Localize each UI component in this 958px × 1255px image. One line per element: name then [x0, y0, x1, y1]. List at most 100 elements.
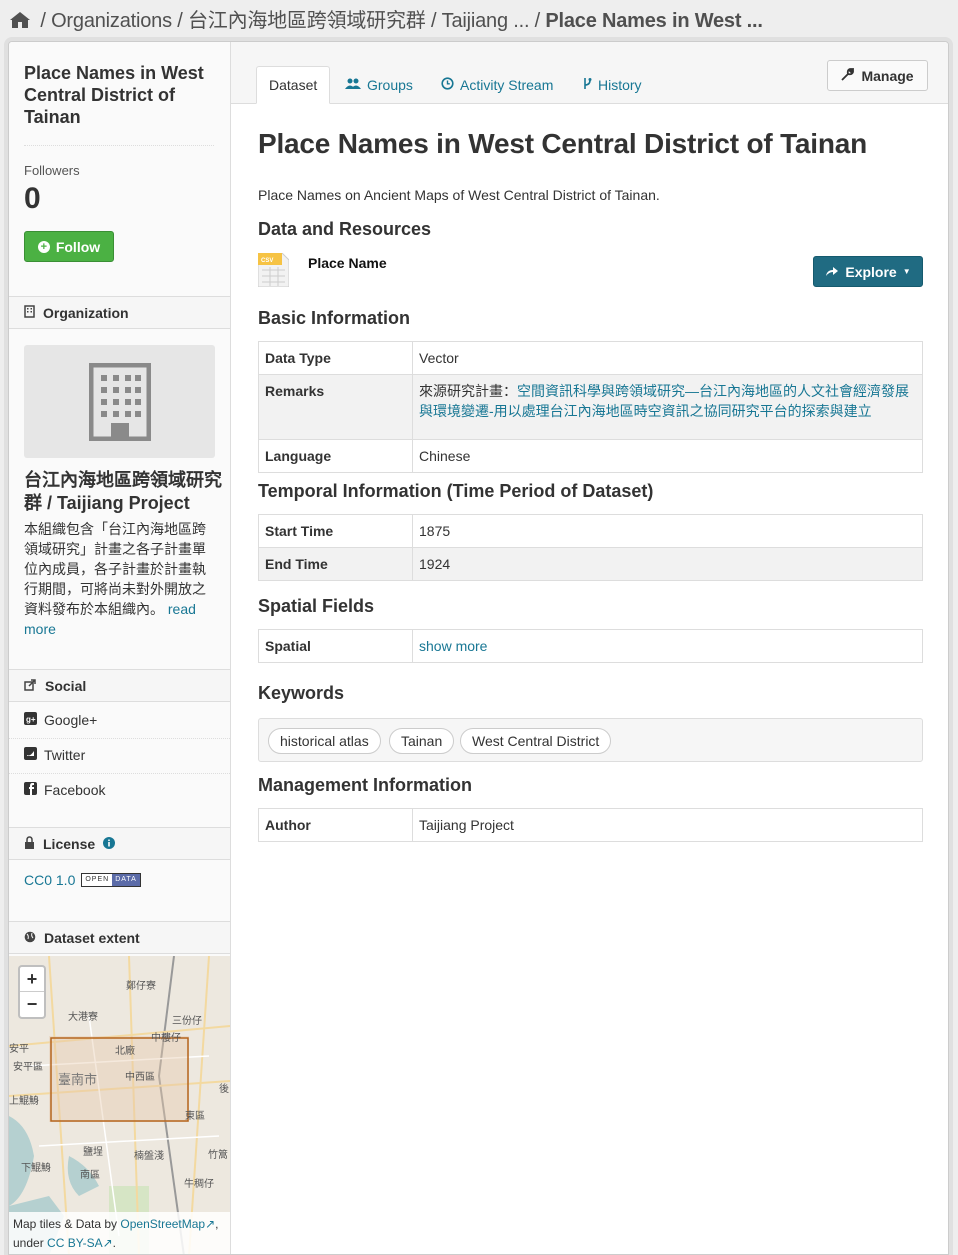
map-label: 安平區 [13, 1062, 43, 1073]
author-value: Taijiang Project [419, 817, 514, 833]
table-row: Data Type Vector [258, 341, 923, 375]
open-data-badge[interactable]: OPEN DATA [81, 873, 141, 887]
manage-button-label: Manage [861, 67, 914, 84]
breadcrumb-org[interactable]: 台江內海地區跨領域研究群 [188, 10, 426, 32]
info-icon[interactable] [103, 836, 116, 852]
tab-history[interactable]: History [582, 66, 642, 104]
temporal-heading: Temporal Information (Time Period of Dat… [258, 481, 654, 501]
caret-down-icon: ▼ [902, 267, 911, 276]
external-link-icon: ↗ [205, 1217, 216, 1231]
map-label: 後 [219, 1084, 229, 1095]
table-row: Start Time 1875 [258, 514, 923, 548]
open-data-badge-right: DATA [112, 874, 140, 886]
tab-activity-stream[interactable]: Activity Stream [441, 66, 553, 104]
map-label: 上鯤鯓 [9, 1096, 39, 1107]
show-more-link[interactable]: show more [419, 638, 487, 654]
organization-description: 本組織包含「台江內海地區跨領域研究」計畫之各子計畫單位內成員，各子計畫於計畫執行… [24, 519, 216, 639]
users-icon [345, 77, 361, 93]
googleplus-icon: g+ [24, 712, 37, 728]
breadcrumb-organizations[interactable]: Organizations [51, 10, 172, 32]
organization-image[interactable] [24, 345, 215, 458]
end-time-value: 1924 [412, 547, 923, 581]
language-value: Chinese [412, 439, 923, 473]
lock-icon [24, 835, 35, 852]
csv-format-icon[interactable]: CSV [257, 252, 290, 288]
table-row: Remarks 來源研究計畫：空間資訊科學與跨領域研究—台江內海地區的人文社會經… [258, 374, 923, 440]
map-attribution: Map tiles & Data by OpenStreetMap↗, unde… [9, 1212, 230, 1254]
map-label: 臺南市 [58, 1072, 98, 1087]
resource-name-link[interactable]: Place Name [308, 255, 387, 271]
keyword-tag[interactable]: West Central District [460, 728, 612, 754]
basic-info-heading: Basic Information [258, 308, 411, 328]
explore-button[interactable]: Explore ▼ [813, 256, 923, 287]
followers-label: Followers [24, 163, 80, 178]
social-facebook[interactable]: Facebook [24, 782, 105, 798]
organization-name[interactable]: 台江內海地區跨領域研究群 / Taijiang Project [24, 469, 224, 515]
csv-format-label: CSV [261, 258, 273, 264]
social-googleplus[interactable]: g+ Google+ [24, 712, 97, 728]
page-container: Place Names in West Central District of … [8, 41, 949, 1255]
start-time-label: Start Time [258, 514, 413, 548]
keywords-list: historical atlas Tainan West Central Dis… [258, 718, 923, 762]
author-label: Author [258, 808, 413, 842]
manage-button[interactable]: Manage [827, 60, 928, 91]
building-icon [88, 362, 151, 441]
map-label: 鄭仔寮 [126, 981, 156, 992]
keyword-tag[interactable]: historical atlas [268, 728, 381, 754]
map-label: 中西區 [125, 1072, 155, 1083]
divider [9, 773, 230, 774]
spatial-label: Spatial [258, 629, 413, 663]
dataset-extent-heading-label: Dataset extent [44, 929, 140, 946]
remarks-prefix: 來源研究計畫： [419, 383, 517, 399]
followers-count: 0 [24, 182, 41, 215]
branch-icon [582, 77, 592, 93]
explore-button-label: Explore [845, 263, 897, 280]
basic-info-table: Data Type Vector Remarks 來源研究計畫：空間資訊科學與跨… [258, 341, 923, 473]
social-facebook-label: Facebook [44, 782, 106, 798]
breadcrumb: / Organizations / 台江內海地區跨領域研究群 / Taijian… [9, 4, 763, 35]
remarks-label: Remarks [258, 374, 413, 440]
zoom-out-button[interactable]: − [20, 992, 44, 1017]
license-link[interactable]: CC0 1.0 [24, 872, 75, 888]
end-time-label: End Time [258, 547, 413, 581]
dataset-extent-map[interactable]: 鄭仔寮 大港寮 三份仔 中樓仔 安平 北廠 安平區 臺南市 中西區 後 上鯤鯓 … [9, 956, 230, 1254]
divider [24, 145, 214, 146]
social-twitter[interactable]: Twitter [24, 747, 85, 763]
attribution-text: Map tiles & Data by [13, 1217, 121, 1231]
table-row: End Time 1924 [258, 547, 923, 581]
home-icon[interactable] [9, 11, 31, 35]
map-label: 竹篙 [208, 1150, 228, 1161]
tab-groups-label: Groups [367, 77, 413, 93]
management-heading: Management Information [258, 775, 473, 795]
tab-groups[interactable]: Groups [345, 66, 413, 104]
tab-dataset[interactable]: Dataset [256, 66, 331, 104]
follow-button[interactable]: + Follow [24, 231, 114, 262]
map-label: 牛稠仔 [184, 1179, 214, 1190]
license-info: CC0 1.0 OPEN DATA [24, 872, 141, 888]
twitter-icon [24, 747, 37, 763]
social-twitter-label: Twitter [44, 747, 86, 763]
management-table: Author Taijiang Project [258, 808, 923, 842]
openstreetmap-link[interactable]: OpenStreetMap [120, 1217, 205, 1231]
remarks-value: 來源研究計畫：空間資訊科學與跨領域研究—台江內海地區的人文社會經濟發展與環境變遷… [412, 374, 923, 440]
map-label: 南區 [80, 1170, 100, 1181]
map-label: 中樓仔 [151, 1033, 181, 1044]
organization-heading-label: Organization [43, 304, 129, 321]
zoom-in-button[interactable]: + [20, 967, 44, 992]
clock-icon [441, 77, 454, 93]
spatial-table: Spatial show more [258, 629, 923, 663]
breadcrumb-current[interactable]: Place Names in West ... [545, 10, 763, 32]
map-label: 北廠 [115, 1046, 135, 1057]
cc-by-sa-link[interactable]: CC BY-SA [47, 1236, 103, 1250]
breadcrumb-sep: / [40, 10, 46, 32]
breadcrumb-org-short[interactable]: Taijiang ... [442, 10, 530, 32]
license-heading: License [9, 827, 230, 860]
social-heading: Social [9, 669, 230, 702]
map-label: 安平 [9, 1044, 29, 1055]
map-label: 楠盤淺 [134, 1151, 164, 1162]
keywords-heading: Keywords [258, 683, 345, 703]
keyword-tag[interactable]: Tainan [389, 728, 455, 754]
attribution-text: . [112, 1236, 117, 1250]
tab-history-label: History [598, 77, 642, 93]
dataset-extent-heading: Dataset extent [9, 921, 230, 954]
